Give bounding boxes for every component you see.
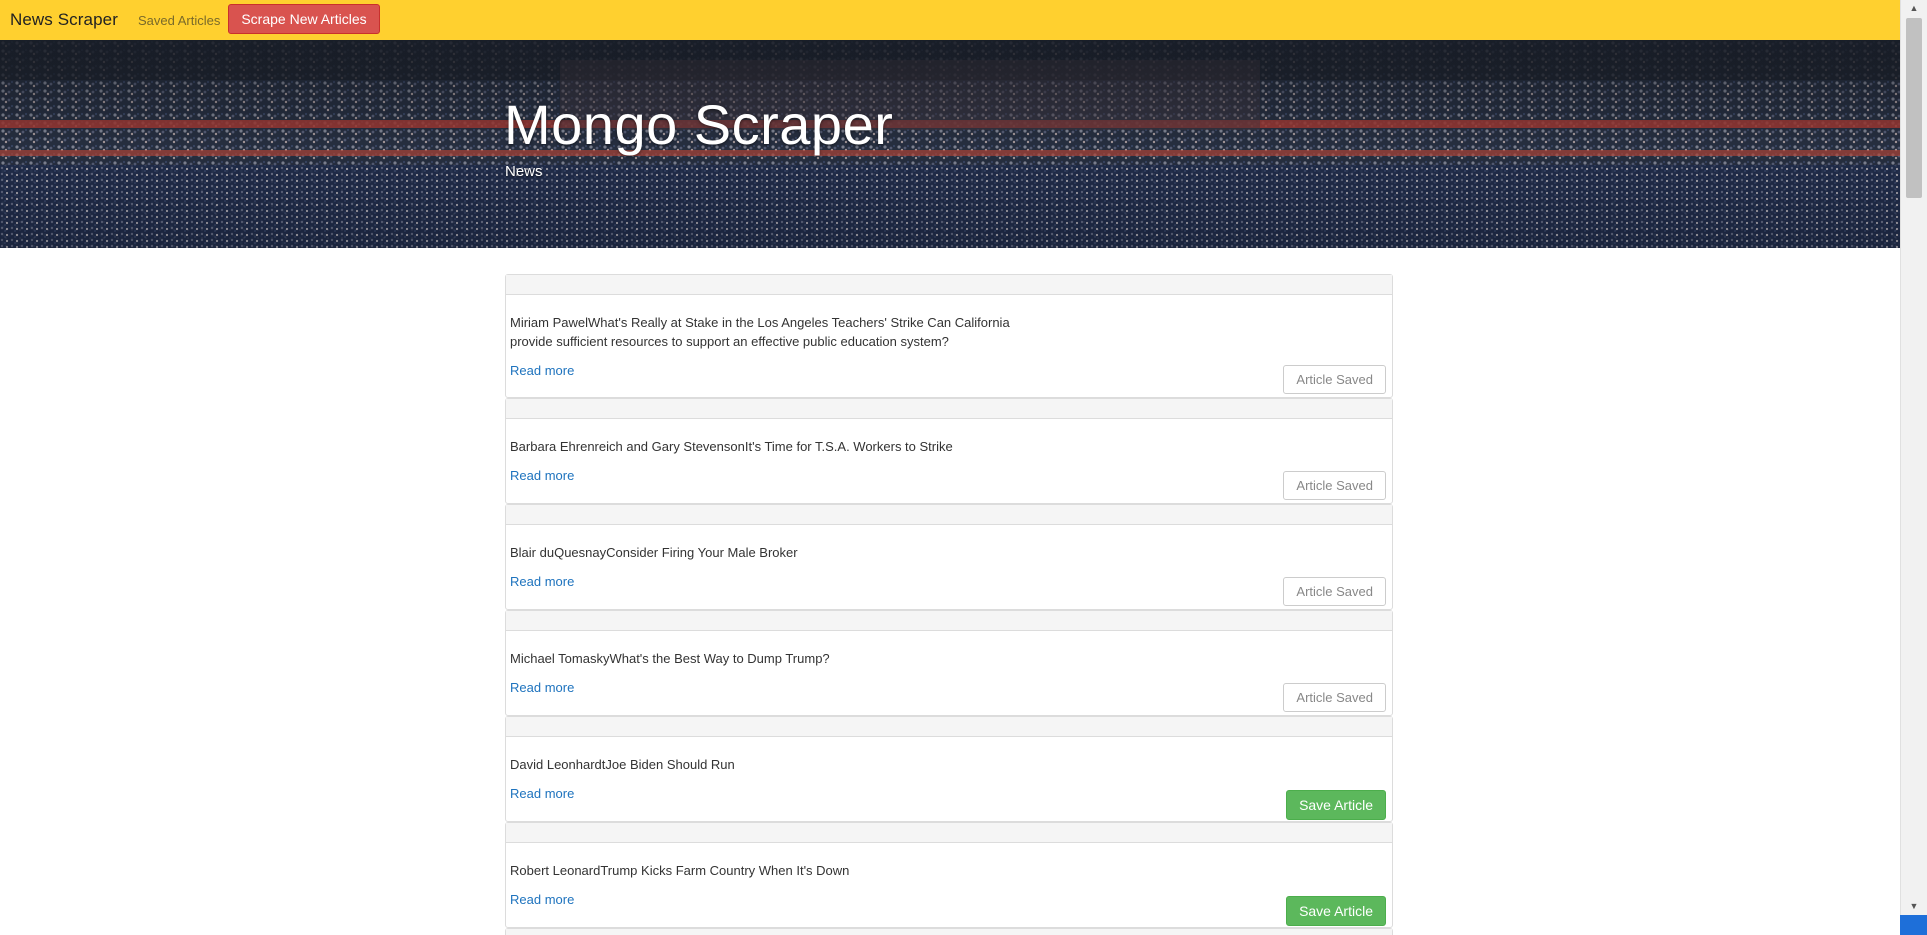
save-article-button[interactable]: Save Article — [1286, 896, 1386, 926]
stadium-background-image — [0, 40, 1900, 248]
article-card: Robert LeonardTrump Kicks Farm Country W… — [505, 822, 1393, 928]
corner-tab — [1900, 915, 1927, 935]
article-saved-button[interactable]: Article Saved — [1283, 471, 1386, 500]
article-list: Miriam PawelWhat's Really at Stake in th… — [505, 274, 1393, 935]
article-saved-button[interactable]: Article Saved — [1283, 577, 1386, 606]
article-card-header — [506, 611, 1392, 631]
article-card-header — [506, 929, 1392, 935]
article-card-header — [506, 505, 1392, 525]
page-title: Mongo Scraper — [504, 93, 894, 156]
article-card-body: David LeonhardtJoe Biden Should Run Read… — [506, 737, 1392, 821]
hero-banner: Mongo Scraper News — [0, 40, 1900, 248]
article-saved-button[interactable]: Article Saved — [1283, 683, 1386, 712]
scroll-down-arrow-icon[interactable]: ▼ — [1901, 898, 1927, 914]
read-more-link[interactable]: Read more — [510, 363, 574, 378]
article-headline: Blair duQuesnayConsider Firing Your Male… — [510, 545, 798, 560]
article-card-header — [506, 275, 1392, 295]
vertical-scrollbar[interactable]: ▲ ▼ — [1900, 0, 1927, 935]
article-card-header — [506, 399, 1392, 419]
saved-articles-link[interactable]: Saved Articles — [138, 13, 220, 28]
article-card-header — [506, 823, 1392, 843]
article-card-header — [506, 717, 1392, 737]
read-more-link[interactable]: Read more — [510, 786, 574, 801]
scrollbar-thumb[interactable] — [1906, 18, 1922, 198]
article-card: Blair duQuesnayConsider Firing Your Male… — [505, 504, 1393, 610]
navbar: News Scraper Saved Articles Scrape New A… — [0, 0, 1900, 40]
article-card-body: Michael TomaskyWhat's the Best Way to Du… — [506, 631, 1392, 715]
article-saved-button[interactable]: Article Saved — [1283, 365, 1386, 394]
article-card: David LeonhardtJoe Biden Should Run Read… — [505, 716, 1393, 822]
read-more-link[interactable]: Read more — [510, 574, 574, 589]
article-card-body: Robert LeonardTrump Kicks Farm Country W… — [506, 843, 1392, 927]
page: News Scraper Saved Articles Scrape New A… — [0, 0, 1927, 935]
scrape-new-articles-button[interactable]: Scrape New Articles — [228, 4, 380, 34]
scroll-up-arrow-icon[interactable]: ▲ — [1901, 0, 1927, 16]
article-headline: Barbara Ehrenreich and Gary StevensonIt'… — [510, 439, 953, 454]
page-subtitle: News — [505, 163, 543, 180]
read-more-link[interactable]: Read more — [510, 892, 574, 907]
read-more-link[interactable]: Read more — [510, 680, 574, 695]
save-article-button[interactable]: Save Article — [1286, 790, 1386, 820]
article-card — [505, 928, 1393, 935]
read-more-link[interactable]: Read more — [510, 468, 574, 483]
article-card-body: Blair duQuesnayConsider Firing Your Male… — [506, 525, 1392, 609]
article-headline: Michael TomaskyWhat's the Best Way to Du… — [510, 651, 830, 666]
brand-link[interactable]: News Scraper — [10, 10, 118, 30]
article-card: Michael TomaskyWhat's the Best Way to Du… — [505, 610, 1393, 716]
article-headline: Miriam PawelWhat's Really at Stake in th… — [510, 315, 1010, 349]
article-card: Barbara Ehrenreich and Gary StevensonIt'… — [505, 398, 1393, 504]
article-headline: David LeonhardtJoe Biden Should Run — [510, 757, 735, 772]
article-card: Miriam PawelWhat's Really at Stake in th… — [505, 274, 1393, 398]
article-headline: Robert LeonardTrump Kicks Farm Country W… — [510, 863, 850, 878]
article-card-body: Miriam PawelWhat's Really at Stake in th… — [506, 295, 1392, 397]
article-card-body: Barbara Ehrenreich and Gary StevensonIt'… — [506, 419, 1392, 503]
